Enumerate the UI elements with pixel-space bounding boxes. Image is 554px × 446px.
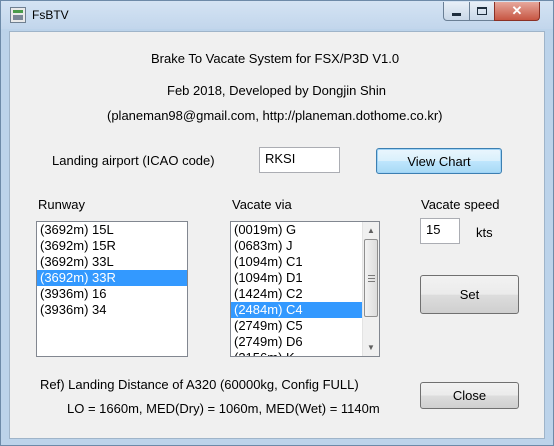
speed-unit: kts — [476, 225, 493, 240]
list-item[interactable]: (3692m) 15L — [37, 222, 187, 238]
list-item[interactable]: (0683m) J — [231, 238, 379, 254]
runway-label: Runway — [38, 197, 85, 212]
grip-line — [368, 275, 375, 276]
runway-list[interactable]: (3692m) 15L (3692m) 15R (3692m) 33L (3692m)… — [36, 221, 188, 357]
vacate-scrollbar[interactable]: ▲ ▼ — [362, 222, 379, 356]
chevron-up-icon[interactable]: ▲ — [363, 222, 379, 239]
list-item[interactable]: (3692m) 33R — [37, 270, 187, 286]
scroll-thumb[interactable] — [364, 239, 378, 317]
list-item[interactable]: (0019m) G — [231, 222, 379, 238]
set-button[interactable]: Set — [420, 275, 519, 314]
minimize-icon — [452, 12, 461, 16]
app-icon[interactable] — [10, 7, 26, 23]
close-icon: ✕ — [511, 3, 523, 18]
chevron-down-icon[interactable]: ▼ — [363, 339, 379, 356]
list-item[interactable]: (2484m) C4 — [231, 302, 379, 318]
close-window-button[interactable]: ✕ — [494, 2, 540, 21]
developer-credit: Feb 2018, Developed by Dongjin Shin — [167, 83, 386, 98]
list-item[interactable]: (2749m) D6 — [231, 334, 379, 350]
reference-distances: LO = 1660m, MED(Dry) = 1060m, MED(Wet) =… — [67, 401, 380, 416]
app-heading: Brake To Vacate System for FSX/P3D V1.0 — [151, 51, 400, 66]
airport-label: Landing airport (ICAO code) — [52, 153, 215, 168]
main-panel: Brake To Vacate System for FSX/P3D V1.0 … — [9, 31, 545, 439]
window-title: FsBTV — [32, 8, 69, 22]
grip-line — [368, 281, 375, 282]
close-button[interactable]: Close — [420, 382, 519, 409]
list-item[interactable]: (3156m) K — [231, 350, 379, 356]
list-item[interactable]: (3936m) 34 — [37, 302, 187, 318]
vacate-label: Vacate via — [232, 197, 292, 212]
list-item[interactable]: (1094m) C1 — [231, 254, 379, 270]
list-item[interactable]: (2749m) C5 — [231, 318, 379, 334]
speed-input[interactable]: 15 — [420, 218, 460, 244]
contact-info: (planeman98@gmail.com, http://planeman.d… — [107, 108, 443, 123]
list-item[interactable]: (1424m) C2 — [231, 286, 379, 302]
app-window: FsBTV ✕ Brake To Vacate System for FSX/P… — [0, 0, 554, 446]
view-chart-button[interactable]: View Chart — [376, 148, 502, 174]
list-item[interactable]: (3936m) 16 — [37, 286, 187, 302]
reference-title: Ref) Landing Distance of A320 (60000kg, … — [40, 377, 359, 392]
maximize-icon — [477, 7, 487, 15]
airport-input[interactable]: RKSI — [259, 147, 340, 173]
maximize-button[interactable] — [469, 2, 495, 21]
grip-line — [368, 278, 375, 279]
vacate-list[interactable]: (0019m) G (0683m) J (1094m) C1 (1094m) D1 (1… — [230, 221, 380, 357]
list-item[interactable]: (3692m) 15R — [37, 238, 187, 254]
list-item[interactable]: (3692m) 33L — [37, 254, 187, 270]
list-item[interactable]: (1094m) D1 — [231, 270, 379, 286]
speed-label: Vacate speed — [421, 197, 500, 212]
title-bar[interactable]: FsBTV ✕ — [1, 1, 553, 29]
minimize-button[interactable] — [443, 2, 470, 21]
